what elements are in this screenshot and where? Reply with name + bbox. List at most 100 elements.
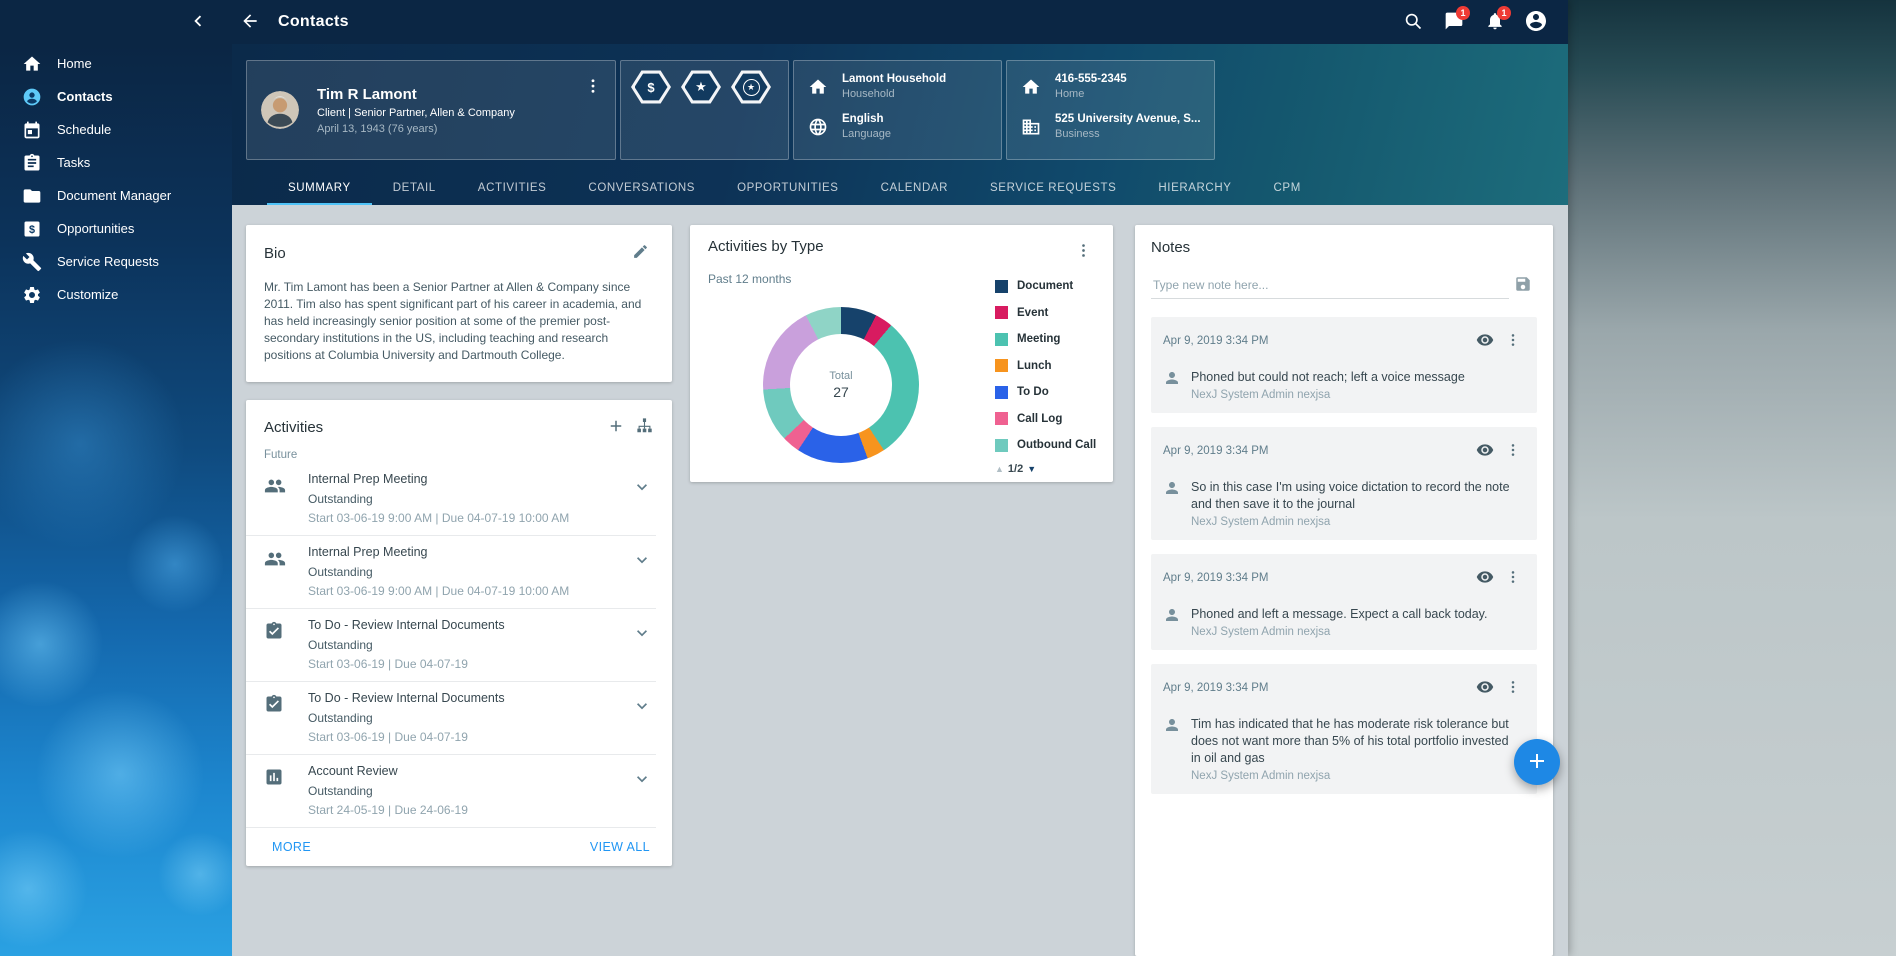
pencil-icon: [632, 243, 649, 263]
expand-activity-button[interactable]: [628, 474, 656, 502]
save-note-button[interactable]: [1509, 271, 1537, 299]
expand-activity-button[interactable]: [628, 693, 656, 721]
account-button[interactable]: [1518, 4, 1554, 40]
notes-title: Notes: [1151, 239, 1190, 256]
star-badge-icon: ★: [681, 69, 721, 105]
notifications-button[interactable]: 1: [1477, 4, 1513, 40]
wrench-icon: [22, 252, 42, 272]
note-menu-button[interactable]: [1499, 674, 1527, 702]
activity-status: Outstanding: [308, 711, 628, 725]
note-author: NexJ System Admin nexjsa: [1191, 389, 1465, 401]
activity-title: To Do - Review Internal Documents: [308, 618, 628, 632]
sidebar-item-label: Contacts: [57, 89, 113, 104]
tab-hierarchy[interactable]: HIERARCHY: [1137, 173, 1252, 205]
bio-text: Mr. Tim Lamont has been a Senior Partner…: [264, 279, 654, 364]
legend-swatch: [995, 386, 1008, 399]
more-button[interactable]: MORE: [272, 840, 311, 854]
note-visibility-button[interactable]: [1471, 437, 1499, 465]
sidebar-item-document-manager[interactable]: Document Manager: [0, 179, 232, 212]
activities-hierarchy-button[interactable]: [630, 413, 658, 441]
tab-service-requests[interactable]: SERVICE REQUESTS: [969, 173, 1137, 205]
notes-card: Notes Apr 9, 2019 3:34 PM: [1135, 225, 1553, 956]
contact-info-card: 416-555-2345 Home 525 University Avenue,…: [1006, 60, 1215, 160]
activity-row[interactable]: To Do - Review Internal Documents Outsta…: [246, 609, 656, 682]
note-date: Apr 9, 2019 3:34 PM: [1163, 682, 1471, 694]
chevron-down-icon: [632, 477, 652, 500]
note-visibility-button[interactable]: [1471, 564, 1499, 592]
plus-icon: [1525, 749, 1549, 776]
business-building-icon: [1021, 117, 1041, 137]
chevron-down-icon: [632, 623, 652, 646]
sidebar-collapse-button[interactable]: [180, 4, 216, 40]
new-note-input[interactable]: [1151, 272, 1509, 299]
note-text: Tim has indicated that he has moderate r…: [1191, 716, 1521, 767]
expand-activity-button[interactable]: [628, 547, 656, 575]
tab-opportunities[interactable]: OPPORTUNITIES: [716, 173, 860, 205]
donut-center-value: 27: [833, 384, 849, 400]
tab-summary[interactable]: SUMMARY: [267, 173, 372, 205]
sidebar-item-schedule[interactable]: Schedule: [0, 113, 232, 146]
sidebar-item-service-requests[interactable]: Service Requests: [0, 245, 232, 278]
badges-card: $ ★ ★: [620, 60, 789, 160]
sidebar-item-label: Opportunities: [57, 221, 134, 236]
chevron-down-icon: [632, 550, 652, 573]
activity-row[interactable]: Account Review Outstanding Start 24-05-1…: [246, 755, 656, 828]
sidebar-item-opportunities[interactable]: $ Opportunities: [0, 212, 232, 245]
search-button[interactable]: [1395, 4, 1431, 40]
contact-header: Tim R Lamont Client | Senior Partner, Al…: [232, 44, 1568, 205]
tab-detail[interactable]: DETAIL: [372, 173, 457, 205]
note-date: Apr 9, 2019 3:34 PM: [1163, 572, 1471, 584]
sidebar-item-label: Document Manager: [57, 188, 171, 203]
legend-swatch: [995, 306, 1008, 319]
activity-row[interactable]: Internal Prep Meeting Outstanding Start …: [246, 536, 656, 609]
note-text: Phoned but could not reach; left a voice…: [1191, 369, 1465, 386]
activity-dates: Start 03-06-19 | Due 04-07-19: [308, 730, 628, 744]
note-text: So in this case I'm using voice dictatio…: [1191, 479, 1521, 513]
sidebar: Home Contacts Schedule Tasks Document Ma…: [0, 44, 232, 956]
note-menu-button[interactable]: [1499, 564, 1527, 592]
sidebar-item-contacts[interactable]: Contacts: [0, 80, 232, 113]
donut-center-label: Total: [829, 370, 852, 382]
profile-menu-button[interactable]: [575, 69, 611, 105]
legend-item: Meeting: [995, 326, 1096, 353]
view-all-button[interactable]: VIEW ALL: [590, 840, 650, 854]
note-menu-button[interactable]: [1499, 437, 1527, 465]
tab-conversations[interactable]: CONVERSATIONS: [567, 173, 716, 205]
note-author: NexJ System Admin nexjsa: [1191, 516, 1521, 528]
activity-status: Outstanding: [308, 492, 628, 506]
expand-activity-button[interactable]: [628, 766, 656, 794]
kebab-icon: [1505, 679, 1521, 698]
household-name[interactable]: Lamont Household: [842, 73, 946, 85]
conversations-button[interactable]: 1: [1436, 4, 1472, 40]
tab-cpm[interactable]: CPM: [1253, 173, 1322, 205]
bio-edit-button[interactable]: [626, 239, 654, 267]
home-icon: [808, 77, 828, 97]
contact-birthdate: April 13, 1943 (76 years): [317, 123, 515, 135]
contact-tabs: SUMMARY DETAIL ACTIVITIES CONVERSATIONS …: [267, 173, 1322, 205]
note-item: Apr 9, 2019 3:34 PM Phoned and left a me…: [1151, 554, 1537, 650]
expand-activity-button[interactable]: [628, 620, 656, 648]
legend-page-down-icon[interactable]: ▼: [1027, 464, 1036, 474]
phone-number[interactable]: 416-555-2345: [1055, 73, 1127, 85]
chart-menu-button[interactable]: [1069, 238, 1097, 266]
note-visibility-button[interactable]: [1471, 327, 1499, 355]
add-activity-button[interactable]: [602, 413, 630, 441]
address-value[interactable]: 525 University Avenue, S...: [1055, 113, 1201, 125]
page-title: Contacts: [278, 13, 349, 31]
legend-page-up-icon[interactable]: ▲: [995, 464, 1004, 474]
legend-page-indicator: 1/2: [1008, 463, 1023, 475]
hierarchy-icon: [635, 416, 654, 438]
activity-row[interactable]: Internal Prep Meeting Outstanding Start …: [246, 463, 656, 536]
sidebar-item-label: Tasks: [57, 155, 90, 170]
note-menu-button[interactable]: [1499, 327, 1527, 355]
tab-activities[interactable]: ACTIVITIES: [457, 173, 568, 205]
chevron-down-icon: [632, 696, 652, 719]
sidebar-item-home[interactable]: Home: [0, 47, 232, 80]
sidebar-item-tasks[interactable]: Tasks: [0, 146, 232, 179]
activity-row[interactable]: To Do - Review Internal Documents Outsta…: [246, 682, 656, 755]
back-button[interactable]: [232, 4, 268, 40]
note-visibility-button[interactable]: [1471, 674, 1499, 702]
tab-calendar[interactable]: CALENDAR: [860, 173, 969, 205]
sidebar-item-customize[interactable]: Customize: [0, 278, 232, 311]
add-fab-button[interactable]: [1514, 739, 1560, 785]
